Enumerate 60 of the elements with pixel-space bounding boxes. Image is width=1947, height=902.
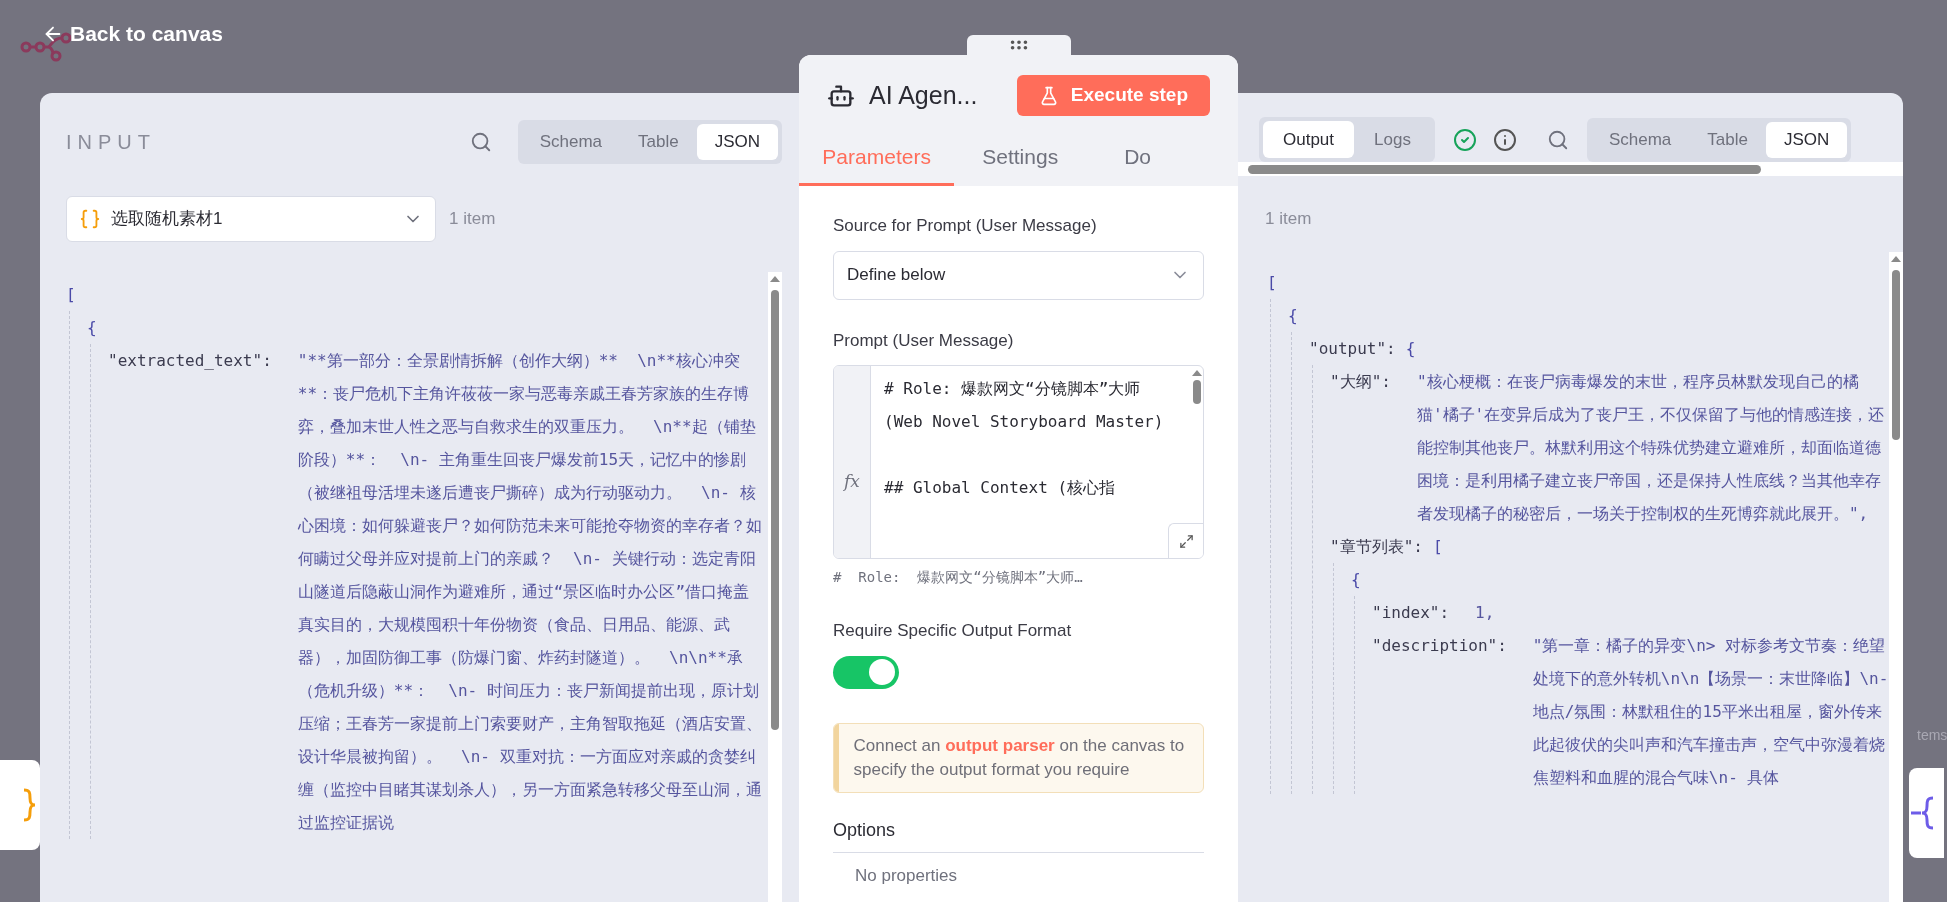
json-key: "output":	[1309, 331, 1396, 365]
brace-icon	[22, 788, 36, 822]
json-bracket: {	[1351, 569, 1361, 589]
empty-message: No properties	[854, 864, 959, 887]
field-label: Prompt (User Message)	[833, 329, 1015, 352]
view-tab[interactable]: Schema	[521, 123, 620, 160]
field-label: Require Specific Output Format	[833, 620, 1073, 642]
info-icon[interactable]	[1492, 127, 1517, 152]
scrollbar[interactable]	[1889, 251, 1903, 902]
source-select[interactable]: Define below	[833, 250, 1204, 300]
view-tab[interactable]: JSON	[696, 123, 778, 160]
json-key: "extracted_text":	[108, 344, 272, 377]
json-bracket: [	[66, 285, 76, 304]
search-icon[interactable]	[469, 130, 492, 153]
expand-icon	[1178, 533, 1194, 549]
json-bracket: [	[1267, 272, 1277, 292]
scrollbar[interactable]	[768, 272, 782, 902]
view-tab[interactable]: Table	[1689, 121, 1766, 158]
section-heading: Options	[833, 816, 1204, 853]
json-key: "大纲":	[1330, 364, 1391, 398]
item-count: 1 item	[449, 208, 496, 231]
panel-tab[interactable]: Settings	[954, 130, 1097, 186]
braces-icon	[79, 208, 101, 230]
search-icon[interactable]	[1546, 128, 1569, 151]
prompt-editor[interactable]: fx # Role: 爆款网文“分镜脚本”大师 (Web Novel Storyboard Master) ## Global Context (核心指	[833, 365, 1204, 559]
json-value: 1,	[1475, 601, 1496, 624]
view-tab[interactable]: Schema	[1590, 121, 1690, 158]
success-check-icon	[1452, 127, 1477, 152]
item-count: 1 item	[1264, 208, 1313, 230]
field-label: Source for Prompt (User Message)	[833, 215, 1098, 237]
execute-step-button[interactable]: Execute step	[1016, 75, 1210, 116]
panel-title: INPUT	[66, 129, 156, 155]
drag-handle[interactable]	[966, 35, 1071, 55]
mode-tab[interactable]: Output	[1263, 121, 1355, 158]
connector-icon	[1909, 796, 1935, 830]
json-value: "第一章：橘子的异变\n> 对标参考文节奏：绝望处境下的意外转机\n\n【场景一：末世降临】\n- 地点/氛围：林默租住的15平米出租屋，窗外传来此起彼伏的尖叫声和汽车撞击声，空气中弥漫着烧焦塑料和血腥的混合气味\n- 具体	[1532, 634, 1889, 789]
json-key: "章节列表":	[1330, 529, 1423, 563]
view-tab[interactable]: Table	[620, 123, 697, 160]
json-bracket: {	[1405, 337, 1416, 360]
panel-tab[interactable]: Do	[1096, 130, 1238, 186]
json-bracket: {	[1288, 305, 1298, 325]
toggle-switch[interactable]	[833, 655, 899, 689]
json-bracket: [	[1432, 535, 1443, 558]
json-key: "index":	[1372, 595, 1450, 629]
json-value: "核心梗概：在丧尸病毒爆发的末世，程序员林默发现自己的橘猫'橘子'在变异后成为了丧尸王，不仅保留了与他的情感连接，还能控制其他丧尸。林默利用这个特殊优势建立避难所，却面临道德困境：是利用橘子建立丧尸帝国，还是保持人性底线？当其他幸存者发现橘子的秘密后，一场关于控制权的生死博弈就此展开。",	[1416, 370, 1886, 525]
expand-button[interactable]	[1168, 523, 1203, 558]
node-title: AI Agen...	[869, 79, 978, 111]
view-tab[interactable]: JSON	[1765, 121, 1848, 158]
expression-label: fx	[844, 469, 860, 493]
back-link[interactable]: Back to canvas	[42, 18, 223, 50]
json-bracket: {	[87, 318, 97, 337]
prompt-preview: # Role: 爆款网文“分镜脚本”大师…	[833, 568, 1084, 587]
panel-tab[interactable]: Parameters	[799, 130, 955, 186]
json-key: "description":	[1372, 628, 1507, 662]
prompt-text: # Role: 爆款网文“分镜脚本”大师 (Web Novel Storyboard Master) ## Global Context (核心指	[883, 378, 1165, 499]
node-select[interactable]: 选取随机素材1	[66, 196, 436, 242]
notice-text: Connect an output parser on the canvas to specify the output format you require	[852, 734, 1186, 781]
json-value: "**第一部分：全景剧情拆解（创作大纲）** \n**核心冲突**：丧尸危机下主角许莜莜一家与恶毒亲戚王春芳家族的生存博弈，叠加末世人性之恶与自救求生的双重压力。 \n**起（铺垫阶段）**： \n- 主角重生回丧尸爆发前15天，记忆中的惨剧（被继祖母活埋未遂后遭丧尸撕碎）成为行动驱动力。 \n- 核心困境：如何躲避丧尸？如何防范未来可能抢夺物资的幸存者？如何瞒过父母并应对提前上门的亲戚？ \n- 关键行动：选定青阳山隧道后隐蔽山洞作为避难所，通过“景区临时办公区”借口掩盖真实目的，大规模囤积十年份物资（食品、日用品、能源、武器），加固防御工事（防爆门窗、炸药封隧道）。 \n\n**承（危机升级）**： \n- 时间压力：丧尸新闻提前出现，原计划压缩；王春芳一家提前上门索要财产，主角智取拖延（酒店安置、设计华晨被拘留）。 \n- 双重对抗：一方面应对亲戚的贪婪纠缠（监控中目睹其谋划杀人），另一方面紧急转移父母至山洞，通过监控证据说	[297, 350, 762, 834]
mode-tab[interactable]: Logs	[1354, 121, 1431, 158]
horizontal-scrollbar[interactable]	[1238, 162, 1903, 176]
